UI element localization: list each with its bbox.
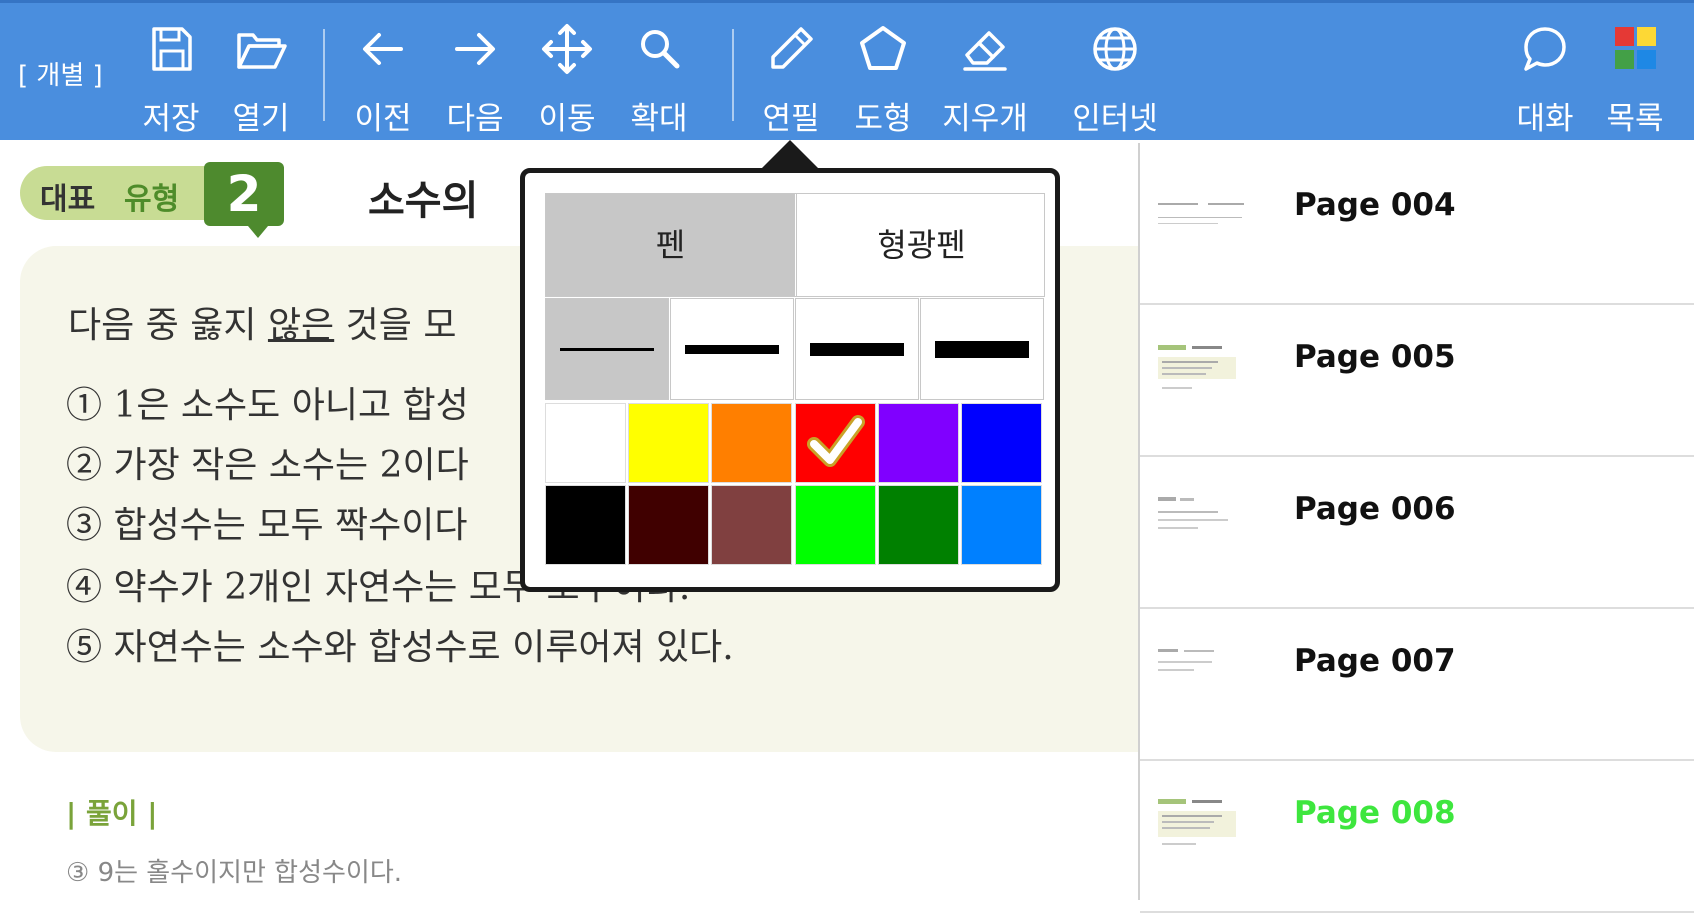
checkmark-icon bbox=[806, 415, 865, 467]
choice-item: ⑤ 자연수는 소수와 합성수로 이루어져 있다. bbox=[66, 627, 734, 668]
color-swatch[interactable] bbox=[545, 485, 626, 565]
thickness-option-1[interactable] bbox=[545, 298, 669, 400]
toolbar-divider bbox=[732, 29, 734, 121]
toolbar: [ 개별 ] 저장 열기 이전 다음 이동 확대 연필 도형 지우개 인터넷 대… bbox=[0, 0, 1694, 140]
badge-number: 2 bbox=[204, 162, 284, 226]
internet-label: 인터넷 bbox=[1072, 101, 1158, 137]
page-name: Page 005 bbox=[1294, 339, 1456, 375]
badge-pointer bbox=[248, 226, 268, 238]
zoom-label: 확대 bbox=[630, 101, 688, 137]
grid-icon bbox=[1615, 27, 1656, 69]
list-label: 목록 bbox=[1606, 101, 1664, 137]
page-name: Page 004 bbox=[1294, 187, 1456, 223]
prev-button[interactable]: 이전 bbox=[340, 17, 426, 137]
thickness-option-2[interactable] bbox=[670, 298, 794, 400]
color-swatch[interactable] bbox=[628, 403, 710, 483]
speech-bubble-icon bbox=[1524, 27, 1566, 71]
page-thumbnail bbox=[1158, 799, 1236, 845]
pen-type-tabs: 펜 형광펜 bbox=[545, 193, 1045, 297]
section-title: 소수의 bbox=[368, 178, 479, 224]
eraser-button[interactable]: 지우개 bbox=[942, 17, 1028, 137]
page-list-item[interactable]: Page 004 bbox=[1140, 153, 1694, 305]
chat-label: 대화 bbox=[1516, 101, 1574, 137]
page-name: Page 008 bbox=[1294, 795, 1456, 831]
open-button[interactable]: 열기 bbox=[218, 17, 304, 137]
internet-button[interactable]: 인터넷 bbox=[1072, 17, 1158, 137]
shape-button[interactable]: 도형 bbox=[840, 17, 926, 137]
choice-item: ③ 합성수는 모두 짝수이다 bbox=[66, 505, 468, 546]
eraser-icon bbox=[963, 31, 1007, 71]
color-palette bbox=[545, 403, 1045, 567]
page-thumbnail bbox=[1158, 345, 1236, 389]
thickness-option-3[interactable] bbox=[795, 298, 919, 400]
pentagon-icon bbox=[860, 26, 906, 70]
page-thumbnail bbox=[1158, 497, 1228, 529]
page-list-item[interactable]: Page 006 bbox=[1140, 457, 1694, 609]
move-button[interactable]: 이동 bbox=[524, 17, 610, 137]
page-name: Page 007 bbox=[1294, 643, 1456, 679]
eraser-label: 지우개 bbox=[942, 101, 1028, 137]
prev-label: 이전 bbox=[354, 101, 412, 137]
folder-open-icon bbox=[237, 33, 287, 69]
pen-settings-popup: 펜 형광펜 bbox=[520, 168, 1060, 592]
color-swatch[interactable] bbox=[877, 403, 959, 483]
color-swatch[interactable] bbox=[545, 403, 626, 483]
page-thumbnail bbox=[1158, 203, 1244, 224]
color-swatch[interactable] bbox=[961, 485, 1042, 565]
list-button[interactable]: 목록 bbox=[1592, 17, 1678, 137]
thickness-option-4[interactable] bbox=[920, 298, 1044, 400]
badge-text: 대표 bbox=[40, 182, 96, 217]
pen-button[interactable]: 연필 bbox=[748, 17, 834, 137]
next-button[interactable]: 다음 bbox=[432, 17, 518, 137]
open-label: 열기 bbox=[232, 101, 290, 137]
color-swatch[interactable] bbox=[961, 403, 1042, 483]
search-icon bbox=[641, 30, 680, 69]
toolbar-divider bbox=[323, 29, 325, 121]
save-button[interactable]: 저장 bbox=[128, 17, 214, 137]
page-list: Page 004 Page 005 Page 006 Page 007 Page… bbox=[1138, 143, 1694, 913]
next-label: 다음 bbox=[446, 101, 504, 137]
shape-label: 도형 bbox=[854, 101, 912, 137]
color-swatch[interactable] bbox=[711, 485, 793, 565]
zoom-button[interactable]: 확대 bbox=[616, 17, 702, 137]
tab-pen[interactable]: 펜 bbox=[546, 194, 795, 296]
question-text-part: 것을 모 bbox=[334, 305, 457, 346]
color-swatch[interactable] bbox=[794, 485, 876, 565]
color-swatch[interactable] bbox=[877, 485, 959, 565]
choice-item: ② 가장 작은 소수는 2이다 bbox=[66, 445, 469, 486]
page-list-item[interactable]: Page 005 bbox=[1140, 305, 1694, 457]
page-name: Page 006 bbox=[1294, 491, 1456, 527]
color-swatch[interactable] bbox=[628, 485, 710, 565]
arrow-left-icon bbox=[363, 33, 403, 65]
pencil-icon bbox=[771, 27, 813, 69]
chat-button[interactable]: 대화 bbox=[1502, 17, 1588, 137]
move-icon bbox=[542, 24, 592, 74]
mode-label[interactable]: [ 개별 ] bbox=[18, 55, 103, 92]
choice-item: ① 1은 소수도 아니고 합성 bbox=[66, 385, 469, 426]
page-list-item[interactable]: Page 007 bbox=[1140, 609, 1694, 761]
globe-icon bbox=[1093, 27, 1137, 71]
color-swatch[interactable] bbox=[711, 403, 793, 483]
tab-highlighter[interactable]: 형광펜 bbox=[796, 194, 1046, 296]
move-label: 이동 bbox=[538, 101, 596, 137]
badge-text-highlight: 유형 bbox=[124, 182, 180, 217]
type-badge: 대표 유형 2 bbox=[20, 162, 284, 238]
save-label: 저장 bbox=[142, 101, 200, 137]
color-swatch-selected[interactable] bbox=[794, 403, 876, 483]
popup-pointer bbox=[760, 140, 820, 170]
thickness-options bbox=[545, 298, 1045, 400]
question-underlined: 않은 bbox=[267, 305, 335, 346]
arrow-right-icon bbox=[455, 33, 495, 65]
pen-label: 연필 bbox=[762, 101, 820, 137]
question-text-part: 다음 중 옳지 bbox=[68, 305, 268, 346]
page-thumbnail bbox=[1158, 649, 1214, 671]
question-text: 다음 중 옳지 않은 것을 모 bbox=[68, 296, 456, 348]
page-list-item-current[interactable]: Page 008 bbox=[1140, 761, 1694, 913]
solution-label: | 풀이 | bbox=[66, 797, 158, 830]
solution-text: ③ 9는 홀수이지만 합성수이다. bbox=[66, 858, 403, 888]
save-icon bbox=[152, 27, 192, 71]
